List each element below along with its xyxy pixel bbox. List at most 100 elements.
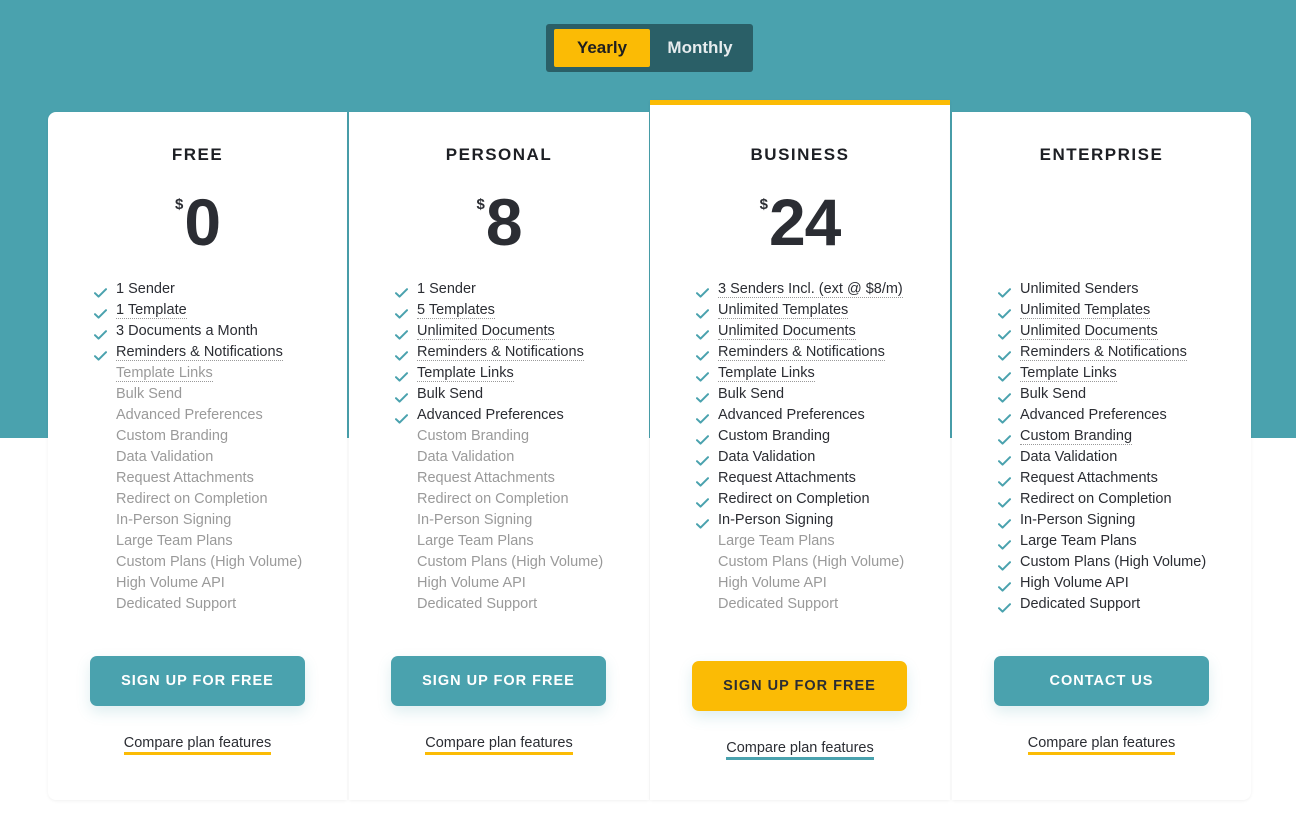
compare-plan-features-link[interactable]: Compare plan features (726, 740, 874, 760)
toggle-monthly[interactable]: Monthly (652, 29, 748, 67)
feature-list: 1 Sender 1 Template 3 Documents a Month Rem… (92, 279, 302, 615)
check-icon (998, 578, 1011, 592)
feature-item: Unlimited Documents (393, 321, 603, 342)
plan-price: $8 (349, 182, 649, 262)
feature-label: Request Attachments (1020, 470, 1158, 486)
check-icon (94, 326, 107, 340)
feature-label[interactable]: Custom Branding (1020, 428, 1133, 445)
check-icon (94, 305, 107, 319)
compare-plan-features-link[interactable]: Compare plan features (123, 735, 272, 755)
feature-item: Request Attachments (92, 468, 302, 489)
check-icon (998, 368, 1011, 382)
feature-label[interactable]: Unlimited Documents (1020, 323, 1158, 340)
compare-plan-features-link[interactable]: Compare plan features (425, 735, 573, 755)
feature-item: Custom Branding (393, 426, 603, 447)
plan-card-personal: PERSONAL $8 1 Sender 5 Templates Unlimited D… (349, 112, 649, 800)
feature-label[interactable]: Unlimited Documents (718, 323, 856, 340)
feature-item: Dedicated Support (694, 594, 904, 615)
feature-label: Dedicated Support (417, 596, 538, 612)
feature-label[interactable]: Unlimited Templates (718, 302, 849, 319)
feature-item: Large Team Plans (393, 531, 603, 552)
feature-item: 1 Template (92, 300, 302, 321)
feature-label: Large Team Plans (718, 533, 835, 549)
feature-label[interactable]: Template Links (116, 365, 213, 382)
feature-item: Advanced Preferences (393, 405, 603, 426)
feature-item: Bulk Send (393, 384, 603, 405)
feature-item: 1 Sender (393, 279, 603, 300)
check-icon (998, 431, 1011, 445)
feature-label[interactable]: Reminders & Notifications (417, 344, 584, 361)
feature-label: Custom Plans (High Volume) (417, 554, 604, 570)
check-icon (998, 536, 1011, 550)
feature-label: Request Attachments (417, 470, 555, 486)
pricing-cards: FREE $0 1 Sender 1 Template 3 Documents a Mo… (48, 100, 1251, 800)
feature-label[interactable]: Reminders & Notifications (1020, 344, 1187, 361)
feature-item: Large Team Plans (996, 531, 1206, 552)
compare-link-wrap: Compare plan features (48, 734, 347, 755)
feature-item: Reminders & Notifications (92, 342, 302, 363)
check-icon (94, 284, 107, 298)
feature-item: Reminders & Notifications (694, 342, 904, 363)
plan-price: $0 (48, 182, 347, 262)
feature-label[interactable]: Template Links (1020, 365, 1117, 382)
sign-up-button[interactable]: SIGN UP FOR FREE (692, 661, 907, 711)
feature-list: Unlimited Senders Unlimited Templates Unli… (996, 279, 1206, 615)
feature-label: Redirect on Completion (417, 491, 569, 507)
plan-card-enterprise: ENTERPRISE Unlimited Senders Unlimited Tem… (952, 112, 1251, 800)
feature-label[interactable]: 5 Templates (417, 302, 495, 319)
billing-toggle[interactable]: Yearly Monthly (546, 24, 753, 72)
check-icon (395, 389, 408, 403)
check-icon (998, 494, 1011, 508)
feature-item: High Volume API (694, 573, 904, 594)
check-icon (395, 368, 408, 382)
toggle-yearly[interactable]: Yearly (554, 29, 650, 67)
feature-label[interactable]: 1 Template (116, 302, 187, 319)
feature-label: 1 Sender (417, 281, 476, 297)
feature-label: Large Team Plans (116, 533, 233, 549)
feature-item: 5 Templates (393, 300, 603, 321)
feature-item: Custom Plans (High Volume) (996, 552, 1206, 573)
compare-plan-features-link[interactable]: Compare plan features (1027, 735, 1176, 755)
feature-item: Unlimited Templates (694, 300, 904, 321)
feature-label[interactable]: Template Links (417, 365, 514, 382)
sign-up-button[interactable]: SIGN UP FOR FREE (391, 656, 606, 706)
feature-label: Advanced Preferences (417, 407, 564, 423)
feature-label: Bulk Send (718, 386, 785, 402)
feature-label: Data Validation (417, 449, 515, 465)
check-icon (998, 347, 1011, 361)
plan-name: ENTERPRISE (1039, 145, 1164, 164)
feature-item: Template Links (393, 363, 603, 384)
feature-label[interactable]: Unlimited Templates (1020, 302, 1151, 319)
feature-label: Bulk Send (417, 386, 484, 402)
feature-label[interactable]: Unlimited Documents (417, 323, 555, 340)
feature-item: In-Person Signing (393, 510, 603, 531)
feature-item: Unlimited Documents (694, 321, 904, 342)
feature-item: High Volume API (92, 573, 302, 594)
check-icon (94, 347, 107, 361)
feature-item: Template Links (694, 363, 904, 384)
feature-list: 3 Senders Incl. (ext @ $8/m) Unlimited Te… (694, 279, 904, 615)
feature-item: Custom Plans (High Volume) (393, 552, 603, 573)
sign-up-button[interactable]: SIGN UP FOR FREE (90, 656, 305, 706)
check-icon (998, 326, 1011, 340)
feature-item: Data Validation (393, 447, 603, 468)
feature-item: 3 Documents a Month (92, 321, 302, 342)
plan-card-free: FREE $0 1 Sender 1 Template 3 Documents a Mo… (48, 112, 347, 800)
contact-us-button[interactable]: CONTACT US (994, 656, 1209, 706)
feature-item: Unlimited Documents (996, 321, 1206, 342)
feature-label: High Volume API (718, 575, 827, 591)
check-icon (395, 284, 408, 298)
feature-label: Dedicated Support (718, 596, 839, 612)
feature-label: Dedicated Support (1020, 596, 1141, 612)
feature-item: Large Team Plans (92, 531, 302, 552)
feature-label: High Volume API (417, 575, 526, 591)
feature-label[interactable]: Reminders & Notifications (718, 344, 885, 361)
feature-item: Large Team Plans (694, 531, 904, 552)
feature-label[interactable]: Reminders & Notifications (116, 344, 283, 361)
feature-item: Request Attachments (694, 468, 904, 489)
feature-label[interactable]: 3 Senders Incl. (ext @ $8/m) (718, 281, 903, 298)
feature-item: Advanced Preferences (92, 405, 302, 426)
feature-label: Large Team Plans (1020, 533, 1137, 549)
feature-label[interactable]: Template Links (718, 365, 815, 382)
currency-symbol: $ (759, 196, 768, 213)
